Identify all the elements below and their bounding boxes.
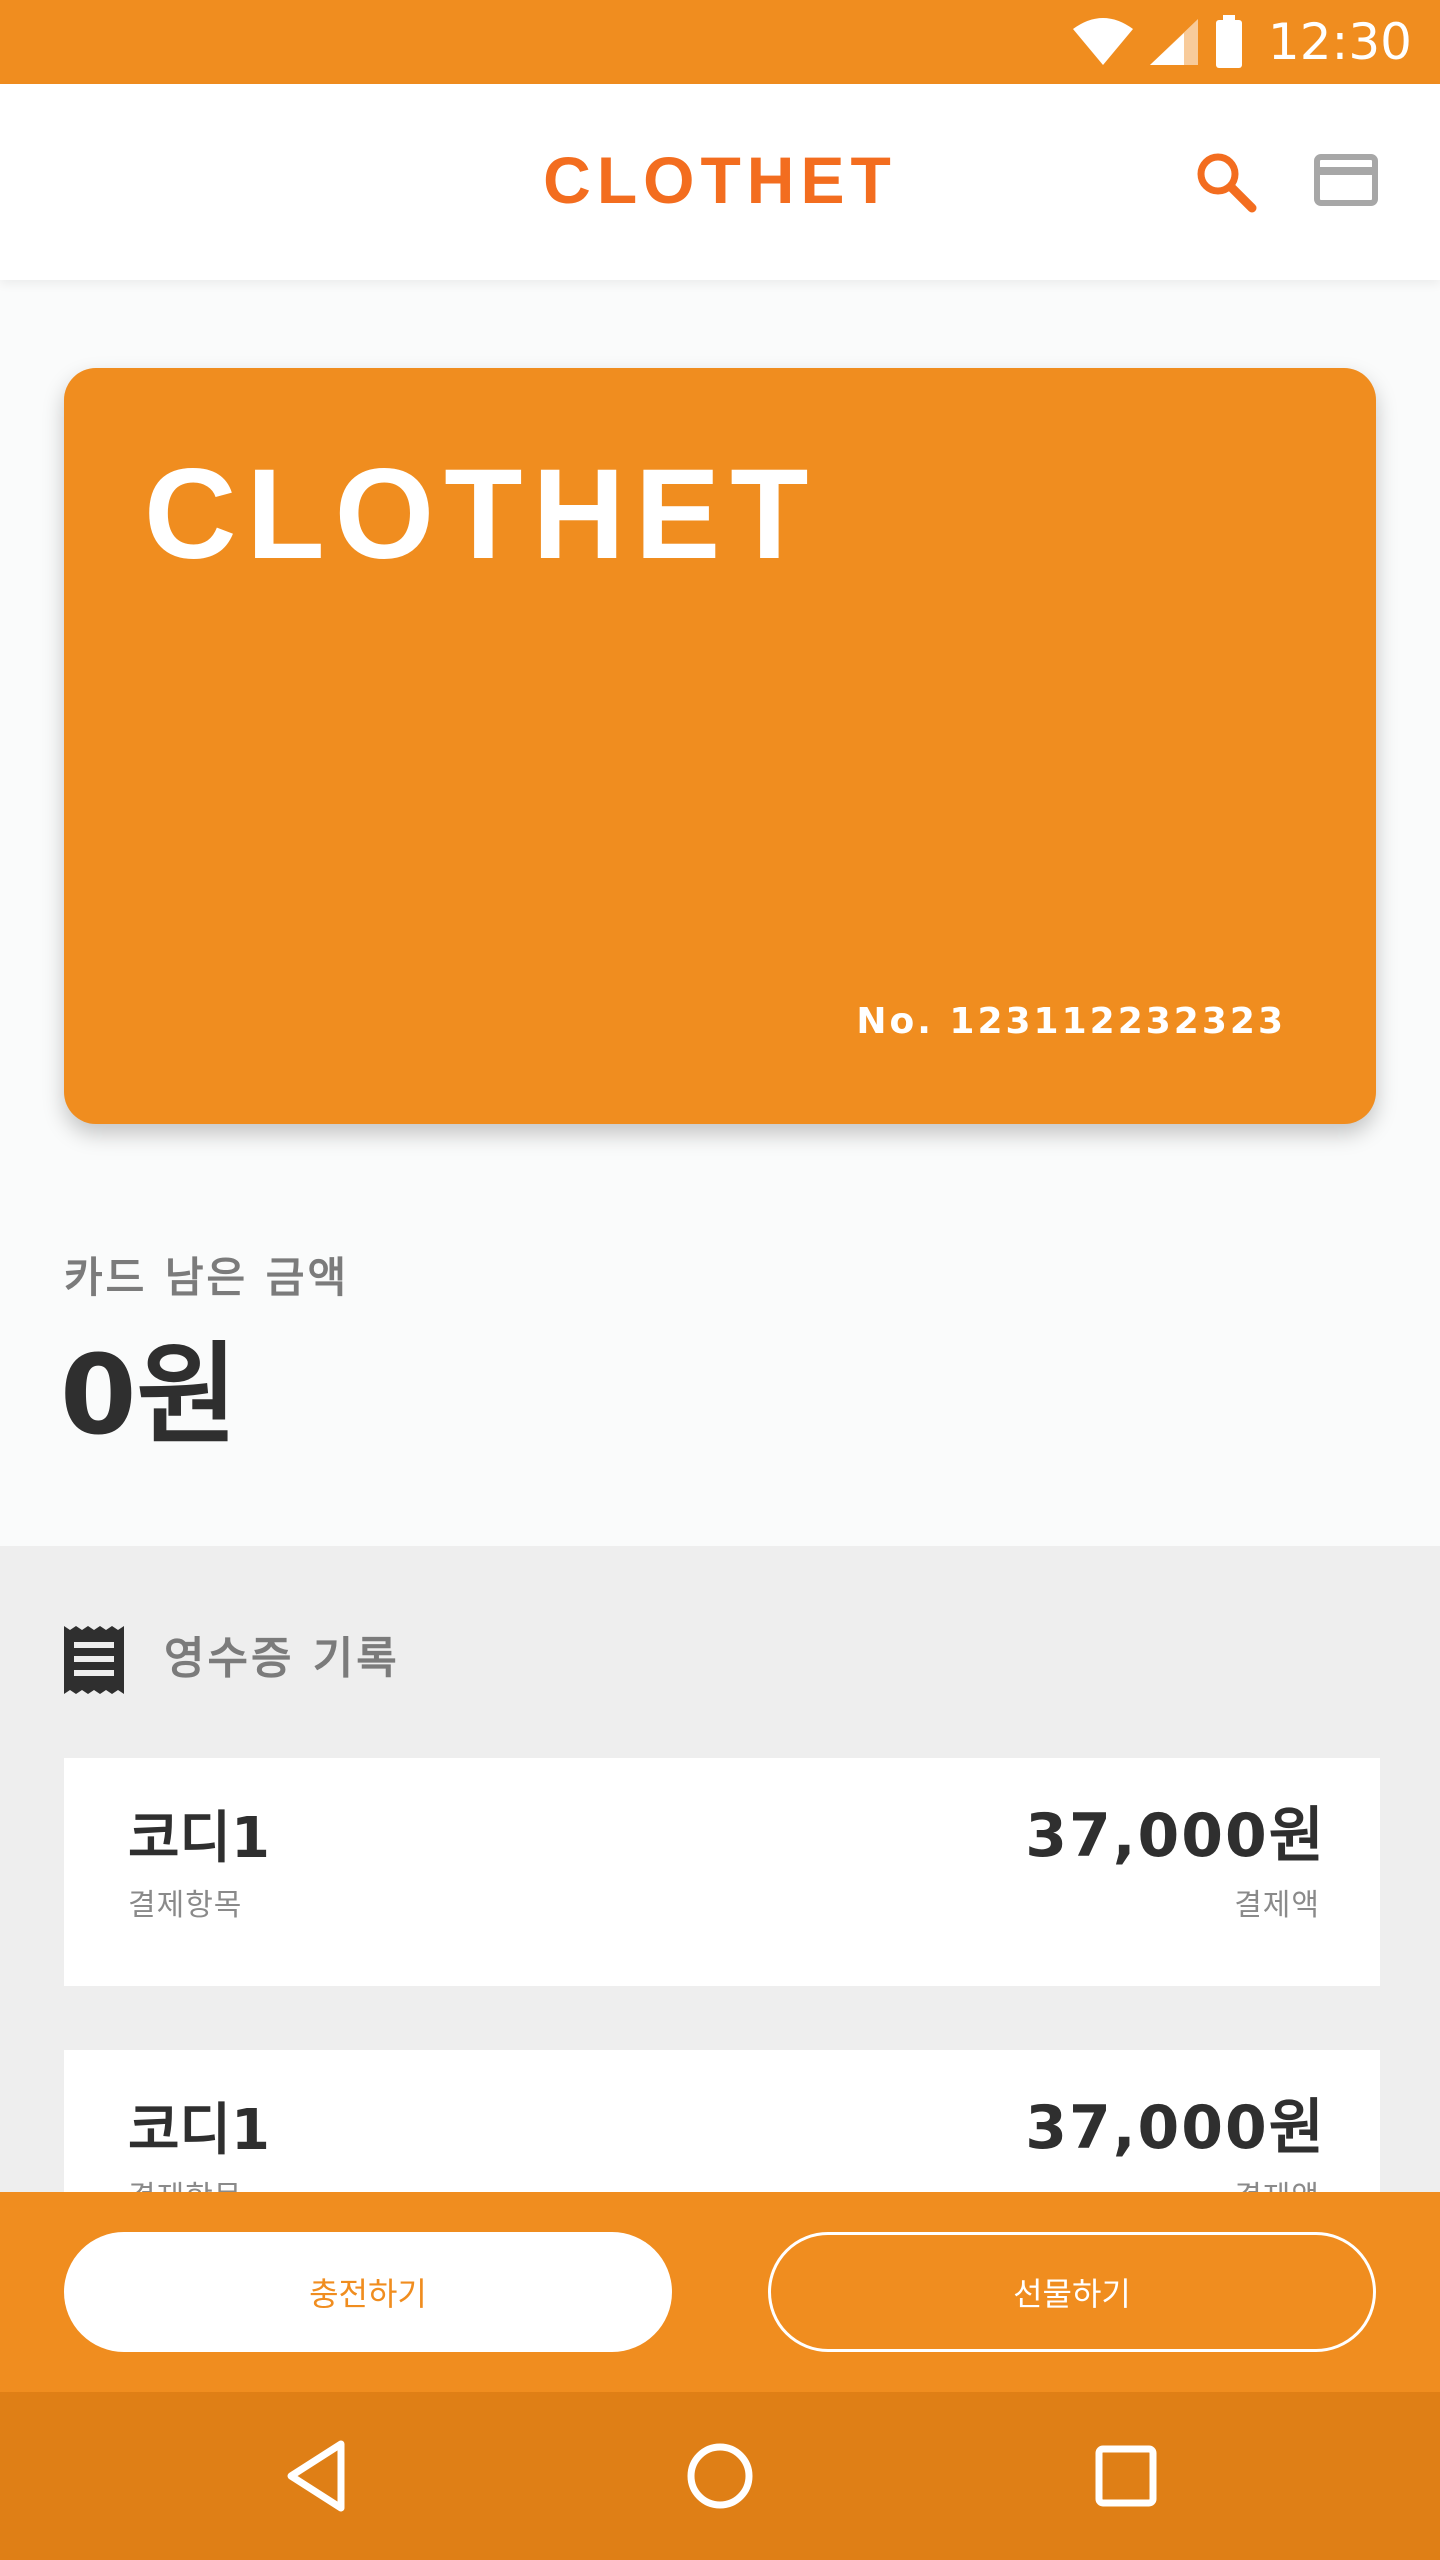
recents-button[interactable] (1056, 2392, 1196, 2560)
charge-button[interactable]: 충전하기 (64, 2232, 672, 2352)
action-bar: 충전하기 선물하기 (0, 2192, 1440, 2392)
card-number: No. 123112232323 (856, 1001, 1286, 1042)
recents-icon (1095, 2445, 1157, 2507)
card-brand: CLOTHET (144, 443, 819, 586)
card-button[interactable] (1310, 140, 1382, 220)
receipt-amount-caption: 결제액 (1234, 1888, 1320, 1923)
back-button[interactable] (246, 2392, 386, 2560)
receipt-amount: 37,000원 (1025, 1801, 1326, 1871)
home-icon (687, 2443, 753, 2509)
receipt-icon (64, 1626, 124, 1694)
receipt-item-name: 코디1 (128, 2098, 271, 2163)
balance-label: 카드 남은 금액 (64, 1253, 350, 1302)
status-icons (1072, 12, 1244, 72)
receipt-item-name: 코디1 (128, 1806, 271, 1871)
wifi-icon (1073, 18, 1133, 65)
receipt-amount: 37,000원 (1025, 2093, 1326, 2163)
gift-button[interactable]: 선물하기 (768, 2232, 1376, 2352)
home-button[interactable] (650, 2392, 790, 2560)
search-icon (1197, 153, 1257, 213)
status-time: 12:30 (1267, 13, 1412, 71)
system-nav-bar (0, 2392, 1440, 2560)
card-icon (1314, 154, 1378, 206)
receipt-row[interactable]: 코디1 결제항목 37,000원 결제액 (64, 1758, 1380, 1986)
membership-card[interactable]: CLOTHET No. 123112232323 (64, 368, 1376, 1124)
receipts-title: 영수증 기록 (164, 1633, 400, 1684)
battery-icon (1216, 15, 1242, 68)
signal-icon (1150, 19, 1198, 65)
status-bar: 12:30 (0, 0, 1440, 84)
search-button[interactable] (1190, 140, 1262, 220)
back-icon (287, 2440, 345, 2512)
balance-value: 0원 (60, 1331, 238, 1459)
receipt-item-caption: 결제항목 (128, 1888, 243, 1923)
